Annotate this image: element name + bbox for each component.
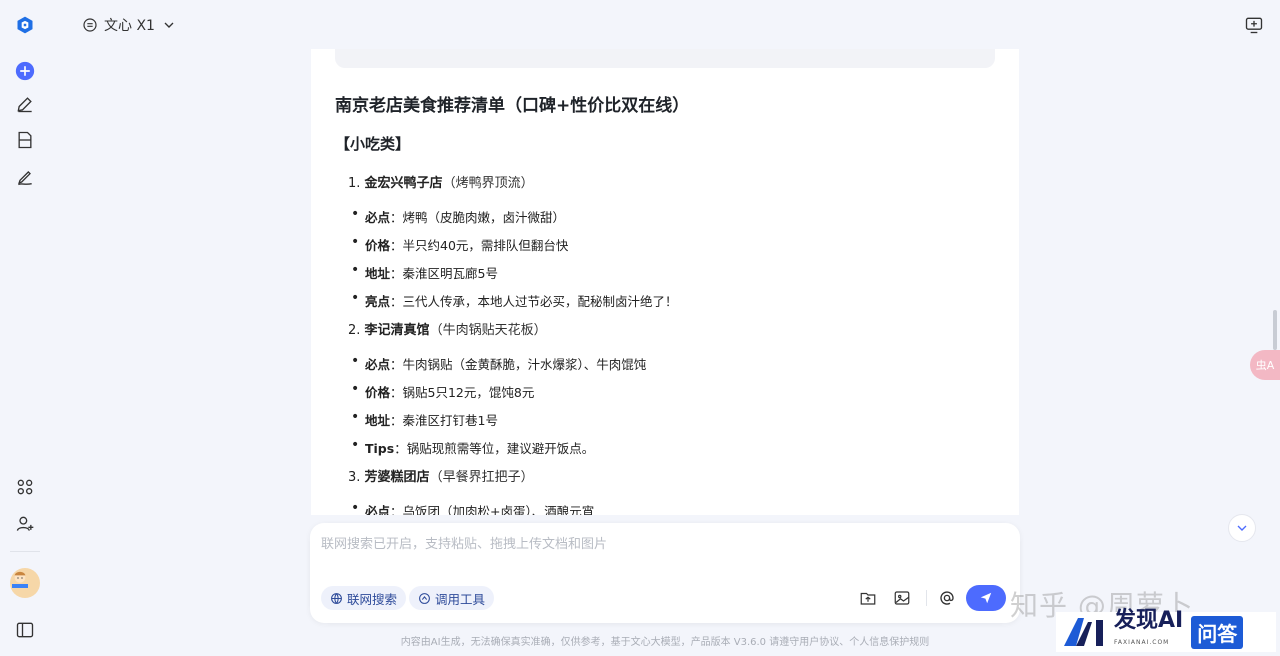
new-chat-icon[interactable] xyxy=(13,59,37,83)
shop-item: 2. 李记清真馆（牛肉锅贴天花板） xyxy=(348,323,547,338)
chat-input-box[interactable]: 联网搜索已开启，支持粘贴、拖拽上传文档和图片 联网搜索 调用工具 xyxy=(310,523,1020,623)
apps-icon[interactable] xyxy=(13,475,37,499)
answer-card: 南京老店美食推荐清单（口碑+性价比双在线） 【小吃类】 1. 金宏兴鸭子店（烤鸭… xyxy=(311,49,1019,515)
logo-icon[interactable] xyxy=(13,13,37,37)
chevron-down-icon xyxy=(1237,525,1247,531)
image-icon xyxy=(894,591,910,605)
toolbar-divider xyxy=(926,590,927,606)
mention-button[interactable] xyxy=(936,587,958,609)
model-name: 文心 X1 xyxy=(104,18,155,34)
scrollbar[interactable] xyxy=(1270,0,1280,520)
shop-item: 1. 金宏兴鸭子店（烤鸭界顶流） xyxy=(348,176,534,191)
edit-icon[interactable] xyxy=(13,92,37,116)
model-selector[interactable]: 文心 X1 xyxy=(82,14,177,36)
web-search-toggle[interactable]: 联网搜索 xyxy=(321,586,407,610)
list-item: 价格：半只约40元，需排队但翻台快 xyxy=(351,234,568,254)
list-item: 地址：秦淮区明瓦廊5号 xyxy=(351,262,498,282)
list-item: 价格：锅贴5只12元，馄饨8元 xyxy=(351,381,534,401)
send-icon xyxy=(980,592,992,604)
call-tools-toggle[interactable]: 调用工具 xyxy=(409,586,495,610)
list-item: Tips：锅贴现煎需等位，建议避开饭点。 xyxy=(351,437,594,457)
shop-item: 3. 芳婆糕团店（早餐界扛把子） xyxy=(348,470,534,485)
new-window-icon[interactable] xyxy=(1244,15,1264,35)
watermark-logo: 发现AI FAXIANAI.COM 问答 xyxy=(1056,610,1276,652)
tool-icon xyxy=(419,592,430,604)
upload-folder-button[interactable] xyxy=(857,587,879,609)
scrollbar-thumb[interactable] xyxy=(1273,310,1277,350)
model-icon xyxy=(83,18,97,32)
add-user-icon[interactable] xyxy=(13,512,37,536)
list-item: 必点：乌饭团（加肉松+卤蛋）、酒酿元宵 xyxy=(351,500,594,515)
floating-assistant-button[interactable]: 虫A xyxy=(1250,350,1280,380)
list-item: 地址：秦淮区打钉巷1号 xyxy=(351,409,498,429)
answer-title: 南京老店美食推荐清单（口碑+性价比双在线） xyxy=(335,96,690,116)
upload-image-button[interactable] xyxy=(891,587,913,609)
globe-icon xyxy=(331,592,342,604)
section-heading: 【小吃类】 xyxy=(335,135,411,153)
at-icon xyxy=(940,591,954,605)
list-item: 亮点：三代人传承，本地人过节必买，配秘制卤汁绝了！ xyxy=(351,290,678,310)
sidebar-divider xyxy=(10,551,40,552)
ai-logo-icon xyxy=(1064,618,1103,646)
scroll-to-bottom-button[interactable] xyxy=(1228,514,1256,542)
avatar[interactable] xyxy=(10,568,40,598)
left-sidebar xyxy=(0,0,50,656)
list-item: 必点：牛肉锅贴（金黄酥脆，汁水爆浆）、牛肉馄饨 xyxy=(351,353,646,373)
chat-input[interactable]: 联网搜索已开启，支持粘贴、拖拽上传文档和图片 xyxy=(321,533,607,552)
send-button[interactable] xyxy=(966,585,1006,611)
list-item: 必点：烤鸭（皮脆肉嫩，卤汁微甜） xyxy=(351,206,565,226)
document-icon[interactable] xyxy=(13,128,37,152)
folder-upload-icon xyxy=(860,592,876,605)
pen-sign-icon[interactable] xyxy=(13,165,37,189)
chevron-down-icon xyxy=(164,22,174,28)
previous-message-box xyxy=(335,49,995,68)
